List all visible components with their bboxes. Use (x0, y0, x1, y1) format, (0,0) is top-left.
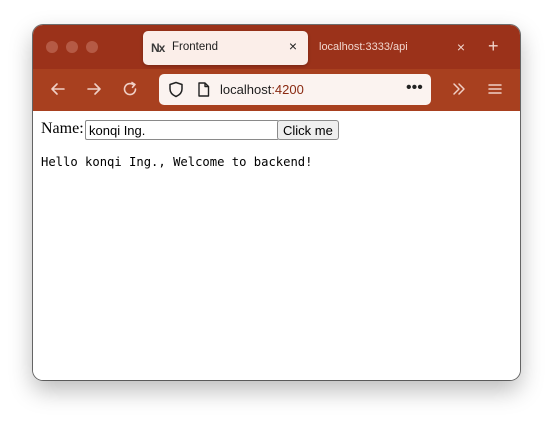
browser-window: Nx Frontend × localhost:3333/api × + loc… (33, 25, 520, 380)
url-text[interactable]: localhost:4200 (220, 82, 304, 97)
click-me-button[interactable]: Click me (277, 120, 339, 140)
address-bar[interactable]: localhost:4200 ••• (159, 74, 431, 105)
shield-icon[interactable] (168, 81, 184, 98)
back-arrow-icon[interactable] (48, 79, 68, 99)
new-tab-button[interactable]: + (488, 37, 499, 55)
close-window-button[interactable] (46, 41, 58, 53)
name-label: Name: (41, 120, 84, 137)
name-input[interactable] (85, 120, 279, 140)
tab-api[interactable]: localhost:3333/api (319, 41, 408, 53)
page-content: Name: Click me Hello konqi Ing., Welcome… (33, 111, 520, 380)
tab-bar: Nx Frontend × localhost:3333/api × + (33, 25, 520, 69)
greeting-message: Hello konqi Ing., Welcome to backend! (41, 155, 313, 169)
tab-frontend[interactable]: Nx Frontend × (143, 31, 308, 65)
reload-icon[interactable] (120, 79, 140, 99)
zoom-window-button[interactable] (86, 41, 98, 53)
overflow-chevrons-icon[interactable] (449, 79, 469, 99)
tab-title: Frontend (172, 41, 219, 53)
navigation-toolbar: localhost:4200 ••• (33, 69, 520, 111)
hamburger-menu-icon[interactable] (485, 79, 505, 99)
page-icon[interactable] (197, 82, 210, 97)
minimize-window-button[interactable] (66, 41, 78, 53)
close-tab-icon[interactable]: × (286, 39, 300, 53)
forward-arrow-icon[interactable] (84, 79, 104, 99)
close-tab-icon[interactable]: × (454, 40, 468, 54)
page-actions-menu-icon[interactable]: ••• (406, 79, 423, 97)
nx-logo-icon: Nx (151, 41, 165, 55)
